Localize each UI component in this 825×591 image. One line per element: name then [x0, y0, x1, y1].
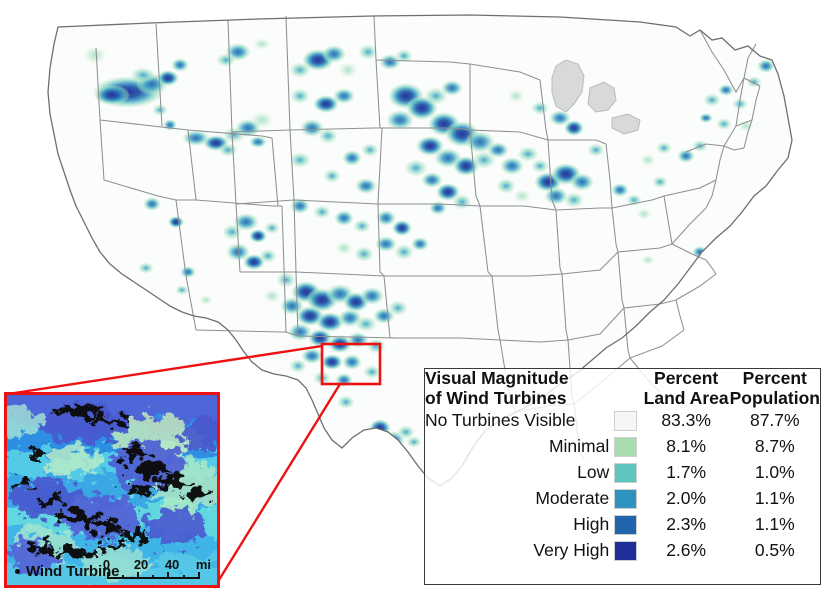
legend-percent-land-area: 8.1% — [666, 436, 707, 457]
legend-header-category-line2: of Wind Turbines — [425, 387, 567, 408]
scale-tick-40: 40 — [164, 557, 180, 572]
legend-percent-population: 87.7% — [749, 410, 800, 431]
legend-percent-land-area: 2.3% — [666, 514, 707, 535]
legend-header-row-1: Visual Magnitude Percent Percent — [425, 368, 820, 389]
legend-percent-population: 1.1% — [754, 514, 795, 535]
legend-row[interactable]: Low 1.7% 1.0% — [425, 460, 820, 486]
legend-category-label: Minimal — [548, 436, 610, 457]
legend-color-swatch-cell — [609, 486, 642, 512]
legend-color-swatch — [614, 541, 638, 562]
legend-row[interactable]: High 2.3% 1.1% — [425, 512, 820, 538]
legend-percent-land-area: 2.0% — [666, 488, 707, 509]
scale-rule — [106, 572, 200, 579]
legend-row[interactable]: Moderate 2.0% 1.1% — [425, 486, 820, 512]
legend-percent-population: 1.1% — [754, 488, 795, 509]
legend-header-land-line2: Land Area — [643, 387, 729, 408]
scale-unit: mi — [195, 557, 211, 572]
legend-percent-land-area: 1.7% — [666, 462, 707, 483]
wind-turbine-dot-icon — [15, 569, 20, 574]
legend-color-swatch — [614, 437, 638, 458]
legend-color-swatch — [614, 411, 638, 432]
scale-tick-20: 20 — [133, 557, 149, 572]
legend-table: Visual Magnitude Percent Percent of Wind… — [425, 368, 820, 564]
legend-category-label: No Turbines Visible — [425, 410, 576, 431]
legend-header-row-2: of Wind Turbines Land Area Population — [425, 387, 820, 409]
scale-bar: 0 20 40 mi — [103, 557, 211, 579]
legend-category-label: Moderate — [535, 488, 610, 509]
legend-color-swatch — [614, 489, 638, 510]
legend-percent-land-area: 83.3% — [661, 410, 711, 431]
legend-header-population-line1: Percent — [742, 368, 807, 388]
legend-color-swatch-cell — [609, 538, 642, 564]
wind-turbine-visibility-figure: Wind Turbine 0 20 40 mi Visual Magnitude… — [0, 0, 825, 591]
legend-category-label: High — [573, 514, 610, 535]
legend-color-swatch-cell — [609, 460, 642, 486]
legend-percent-population: 8.7% — [754, 436, 795, 457]
legend-body: No Turbines Visible 83.3% 87.7% Minimal 8.1%… — [425, 408, 820, 564]
legend-color-swatch-cell — [609, 434, 642, 460]
map-legend: Visual Magnitude Percent Percent of Wind… — [424, 368, 821, 585]
legend-percent-land-area: 2.6% — [666, 540, 707, 561]
legend-row[interactable]: No Turbines Visible 83.3% 87.7% — [425, 408, 820, 434]
detail-inset-map[interactable]: Wind Turbine 0 20 40 mi — [4, 392, 220, 588]
legend-row[interactable]: Very High 2.6% 0.5% — [425, 538, 820, 564]
legend-category-label: Very High — [533, 540, 610, 561]
legend-header-population-line2: Population — [729, 387, 820, 408]
legend-color-swatch-cell — [609, 512, 642, 538]
inset-terrain — [7, 395, 217, 585]
legend-color-swatch-cell — [609, 408, 642, 434]
legend-percent-population: 1.0% — [754, 462, 795, 483]
scale-tick-0: 0 — [102, 557, 111, 572]
legend-percent-population: 0.5% — [754, 540, 795, 561]
legend-category-label: Low — [577, 462, 610, 483]
legend-color-swatch — [614, 463, 638, 484]
legend-header-land-line1: Percent — [654, 368, 719, 388]
legend-header-category-line1: Visual Magnitude — [425, 368, 569, 388]
legend-row[interactable]: Minimal 8.1% 8.7% — [425, 434, 820, 460]
legend-color-swatch — [614, 515, 638, 536]
